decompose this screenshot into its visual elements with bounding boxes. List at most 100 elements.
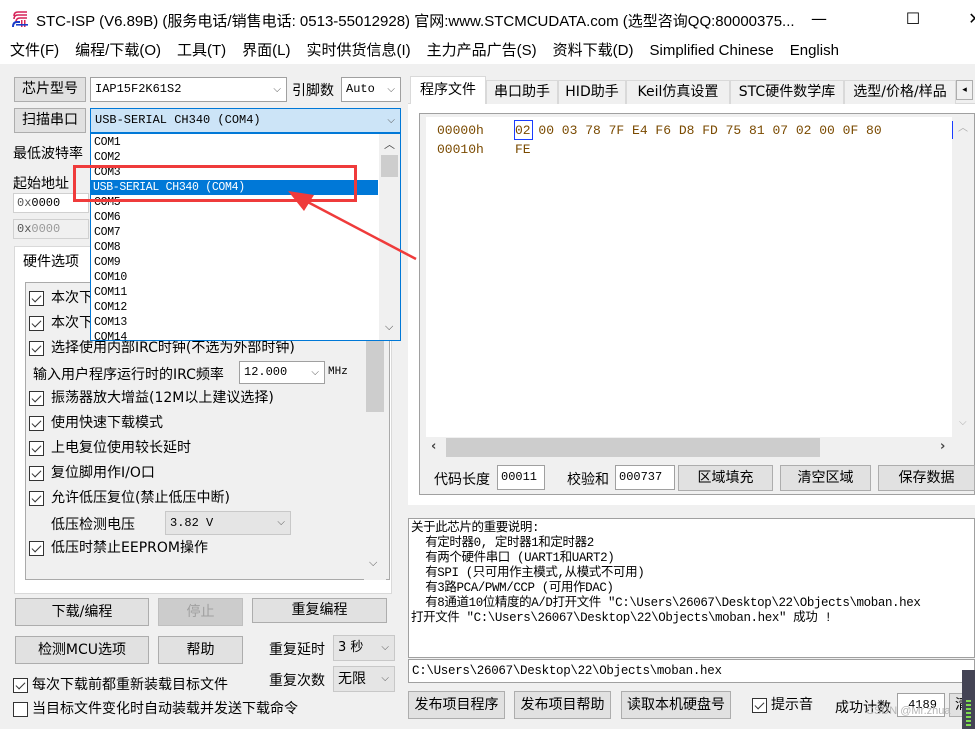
dropdown-item[interactable]: COM9 bbox=[94, 255, 121, 270]
dropdown-item[interactable]: COM11 bbox=[94, 285, 127, 300]
save-data-button[interactable]: 保存数据 bbox=[878, 465, 975, 491]
scrollbar-thumb[interactable] bbox=[446, 438, 820, 457]
start-address-value-1: 0000 bbox=[31, 196, 61, 210]
tab-program-file[interactable]: 程序文件 bbox=[410, 76, 486, 104]
dropdown-item[interactable]: COM10 bbox=[94, 270, 127, 285]
checkbox[interactable] bbox=[13, 702, 28, 717]
checkbox[interactable] bbox=[29, 291, 44, 306]
checkbox[interactable] bbox=[752, 698, 767, 713]
minimize-button[interactable]: — bbox=[796, 6, 842, 32]
checkbox[interactable] bbox=[29, 541, 44, 556]
checkbox[interactable] bbox=[29, 491, 44, 506]
dropdown-item[interactable]: COM2 bbox=[94, 150, 121, 165]
repeat-count-select[interactable]: 无限 ⌵ bbox=[333, 666, 395, 692]
scroll-right-icon[interactable]: › bbox=[940, 439, 945, 454]
scroll-up-icon[interactable]: ︿ bbox=[958, 119, 968, 134]
file-path-field[interactable]: C:\Users\26067\Desktop\22\Objects\moban.… bbox=[408, 659, 975, 683]
window-title: STC-ISP (V6.89B) (服务电话/销售电话: 0513-550129… bbox=[36, 13, 795, 30]
pins-select[interactable]: Auto ⌵ bbox=[341, 77, 401, 102]
scrollbar-thumb[interactable] bbox=[381, 155, 398, 177]
pins-label: 引脚数 bbox=[292, 83, 334, 99]
checksum-field: 000737 bbox=[615, 465, 675, 490]
tab-keil-simulation[interactable]: Keil仿真设置 bbox=[626, 80, 730, 104]
dropdown-item[interactable]: COM6 bbox=[94, 210, 121, 225]
publish-program-button[interactable]: 发布项目程序 bbox=[408, 691, 505, 719]
read-disk-id-button[interactable]: 读取本机硬盘号 bbox=[621, 691, 731, 719]
option-label: 允许低压复位(禁止低压中断) bbox=[51, 490, 230, 506]
tab-selection-price[interactable]: 选型/价格/样品 bbox=[844, 80, 956, 104]
maximize-button[interactable]: ☐ bbox=[890, 6, 936, 32]
menu-interface[interactable]: 界面(L) bbox=[232, 38, 296, 64]
irc-frequency-select[interactable]: 12.000 ⌵ bbox=[239, 361, 325, 384]
dropdown-item[interactable]: COM12 bbox=[94, 300, 127, 315]
menu-file[interactable]: 文件(F) bbox=[0, 38, 65, 64]
dropdown-item[interactable]: COM8 bbox=[94, 240, 121, 255]
area-fill-button[interactable]: 区域填充 bbox=[678, 465, 773, 491]
scroll-left-icon[interactable]: ‹ bbox=[431, 439, 436, 454]
scrollbar-thumb[interactable] bbox=[366, 335, 384, 412]
tab-hardware-options[interactable]: 硬件选项 bbox=[14, 246, 92, 274]
stop-button[interactable]: 停止 bbox=[158, 598, 243, 626]
hex-bytes: 02 00 03 78 7F E4 F6 D8 FD 75 81 07 02 0… bbox=[515, 123, 882, 138]
check-mcu-options-button[interactable]: 检测MCU选项 bbox=[15, 636, 149, 664]
help-button[interactable]: 帮助 bbox=[158, 636, 243, 664]
tab-stc-math-lib[interactable]: STC硬件数学库 bbox=[730, 80, 844, 104]
dropdown-item[interactable]: COM7 bbox=[94, 225, 121, 240]
irc-frequency-label: 输入用户程序运行时的IRC频率 bbox=[33, 367, 224, 383]
menu-program[interactable]: 编程/下载(O) bbox=[65, 38, 167, 64]
checkbox[interactable] bbox=[29, 341, 44, 356]
checkbox[interactable] bbox=[13, 678, 28, 693]
dropdown-item[interactable]: COM1 bbox=[94, 135, 121, 150]
option-label: 本次下 bbox=[51, 315, 93, 331]
hex-editor[interactable] bbox=[426, 117, 952, 437]
checkbox[interactable] bbox=[29, 316, 44, 331]
scroll-down-icon[interactable]: ⌵ bbox=[385, 320, 393, 334]
scroll-down-icon[interactable]: ⌵ bbox=[959, 417, 967, 428]
menu-supply-info[interactable]: 实时供货信息(I) bbox=[296, 38, 416, 64]
publish-help-button[interactable]: 发布项目帮助 bbox=[514, 691, 611, 719]
option-label: 使用快速下载模式 bbox=[51, 415, 163, 431]
port-select[interactable]: USB-SERIAL CH340 (COM4) ⌵ bbox=[90, 108, 401, 133]
checkbox[interactable] bbox=[29, 441, 44, 456]
chip-type-value: IAP15F2K61S2 bbox=[95, 82, 182, 96]
repeat-program-button[interactable]: 重复编程 bbox=[252, 598, 387, 623]
scan-port-button[interactable]: 扫描串口 bbox=[14, 108, 86, 133]
start-address-input-2[interactable]: 0x0000 bbox=[13, 219, 89, 239]
chip-type-select[interactable]: IAP15F2K61S2 ⌵ bbox=[90, 77, 287, 102]
clear-area-button[interactable]: 清空区域 bbox=[780, 465, 871, 491]
option-label: 提示音 bbox=[771, 697, 813, 713]
close-button[interactable]: ✕ bbox=[952, 6, 975, 32]
lvd-select[interactable]: 3.82 V ⌵ bbox=[165, 511, 291, 535]
hex-address: 00000h bbox=[437, 123, 484, 138]
menu-english[interactable]: English bbox=[780, 38, 845, 64]
download-program-button[interactable]: 下载/编程 bbox=[15, 598, 149, 626]
chevron-down-icon: ⌵ bbox=[387, 115, 395, 126]
checkbox[interactable] bbox=[29, 416, 44, 431]
dropdown-item[interactable]: COM13 bbox=[94, 315, 127, 330]
hex-vertical-scrollbar[interactable]: ︿ ⌵ bbox=[953, 117, 973, 437]
option-label: 低压时禁止EEPROM操作 bbox=[51, 540, 208, 556]
checkbox[interactable] bbox=[29, 391, 44, 406]
hex-cursor bbox=[514, 120, 533, 140]
info-line: 关于此芯片的重要说明: bbox=[411, 521, 540, 535]
menu-simplified-chinese[interactable]: Simplified Chinese bbox=[639, 38, 779, 64]
chip-type-button[interactable]: 芯片型号 bbox=[14, 77, 86, 102]
tab-serial-assistant[interactable]: 串口助手 bbox=[486, 80, 558, 104]
menu-downloads[interactable]: 资料下载(D) bbox=[543, 38, 640, 64]
menu-tools[interactable]: 工具(T) bbox=[167, 38, 232, 64]
level-meter bbox=[962, 670, 975, 729]
irc-frequency-value: 12.000 bbox=[244, 365, 288, 379]
dropdown-item[interactable]: COM14 bbox=[94, 330, 127, 345]
scroll-up-icon[interactable]: ︿ bbox=[384, 136, 395, 152]
checkbox[interactable] bbox=[29, 466, 44, 481]
chevron-down-icon: ⌵ bbox=[277, 517, 285, 528]
menu-product-ads[interactable]: 主力产品广告(S) bbox=[417, 38, 543, 64]
tab-hid-assistant[interactable]: HID助手 bbox=[558, 80, 626, 104]
menu-bar: 文件(F) 编程/下载(O) 工具(T) 界面(L) 实时供货信息(I) 主力产… bbox=[0, 38, 975, 64]
scroll-down-icon[interactable]: ⌵ bbox=[369, 556, 377, 570]
tab-scroll-left-icon[interactable]: ◂ bbox=[956, 80, 973, 100]
option-label: 当目标文件变化时自动装载并发送下载命令 bbox=[32, 701, 298, 717]
start-address-value-2: 0000 bbox=[31, 222, 61, 236]
repeat-delay-select[interactable]: 3 秒 ⌵ bbox=[333, 635, 395, 661]
info-line: 有两个硬件串口 (UART1和UART2) bbox=[411, 551, 615, 565]
